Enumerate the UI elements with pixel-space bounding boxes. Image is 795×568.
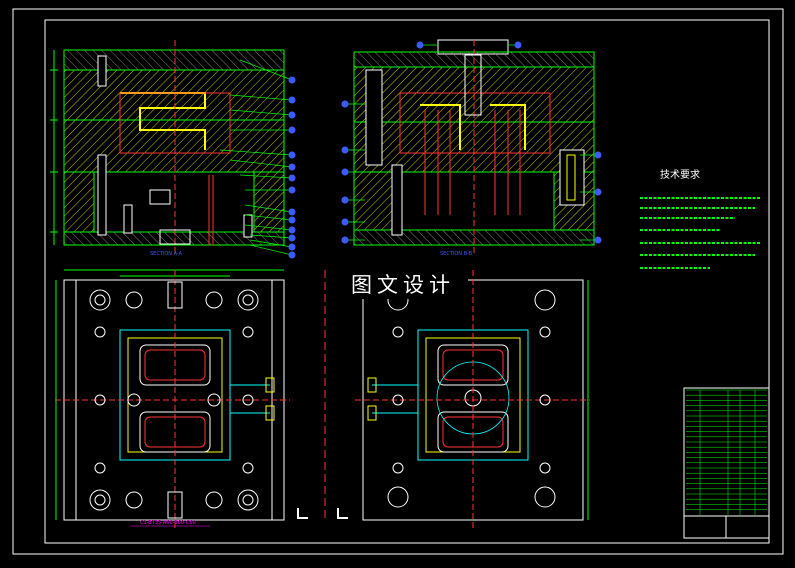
plan-view-right <box>324 270 590 530</box>
balloon-callouts-a <box>288 76 296 259</box>
section-a-view <box>50 40 296 259</box>
plan-note-label: C1-BT35-A60-B60-C60 <box>140 520 196 526</box>
section-a-label: SECTION A-A <box>150 251 183 257</box>
section-b-label: SECTION B-B <box>440 251 473 257</box>
cut-marker <box>297 508 348 519</box>
section-b-view <box>341 39 602 255</box>
cad-drawing-sheet: 图文设计 SECTION A-A SECTION B-B C1-BT35-A60… <box>0 0 795 568</box>
title-block <box>683 387 770 539</box>
plan-view-left <box>55 269 290 530</box>
technical-requirements-heading: 技术要求 <box>660 170 700 181</box>
watermark-label: 图文设计 <box>338 271 468 299</box>
